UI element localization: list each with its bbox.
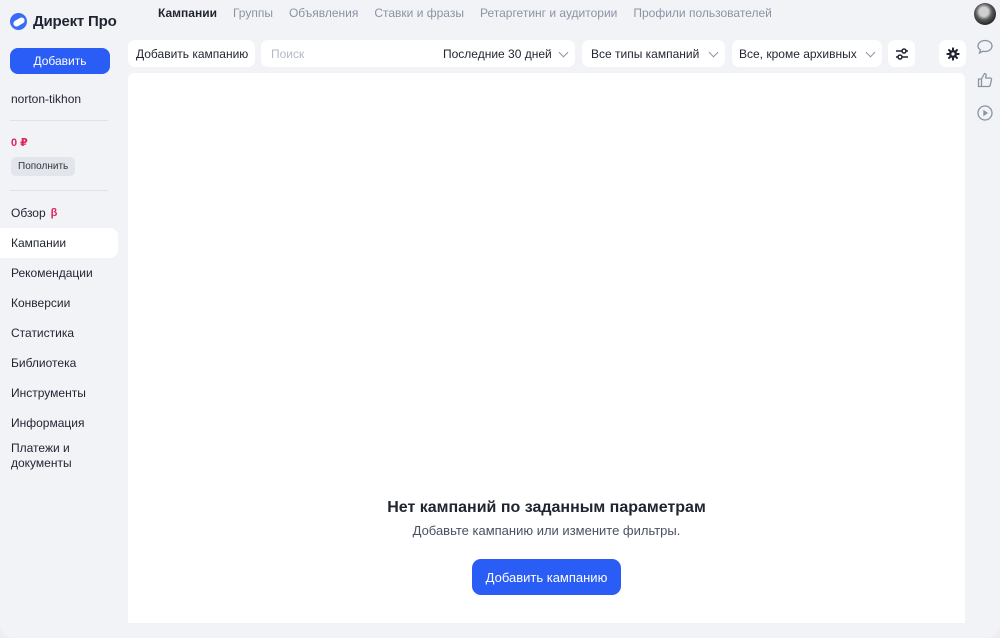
- sidebar-item-label: Информация: [11, 416, 85, 430]
- sidebar-item-overview[interactable]: Обзор β: [0, 198, 118, 228]
- tab-retargeting[interactable]: Ретаргетинг и аудитории: [480, 6, 617, 24]
- status-filter-dropdown[interactable]: Все, кроме архивных: [732, 40, 882, 67]
- divider: [10, 120, 108, 121]
- sidebar-item-label: Рекомендации: [11, 266, 93, 280]
- sidebar-item-label: Кампании: [11, 236, 67, 250]
- sidebar-item-label: Статистика: [11, 326, 75, 340]
- gear-icon: [946, 47, 959, 60]
- topup-button[interactable]: Пополнить: [11, 157, 76, 176]
- empty-state-title: Нет кампаний по заданным параметрам: [387, 499, 706, 516]
- username[interactable]: norton-tikhon: [11, 92, 81, 106]
- app-window: Директ Про Добавить norton-tikhon 0 ₽ По…: [0, 0, 1000, 638]
- tab-campaigns[interactable]: Кампании: [158, 6, 217, 24]
- chevron-down-icon: [558, 47, 569, 58]
- thumbs-up-icon[interactable]: [976, 71, 994, 89]
- campaigns-panel: Нет кампаний по заданным параметрам Доба…: [128, 73, 965, 623]
- top-tabs: Кампании Группы Объявления Ставки и фраз…: [158, 6, 772, 24]
- sidebar-nav: Обзор β Кампании Рекомендации Конверсии …: [0, 198, 120, 476]
- tab-user-profiles[interactable]: Профили пользователей: [633, 6, 771, 24]
- right-rail: [970, 0, 1000, 638]
- sidebar: Директ Про Добавить norton-tikhon 0 ₽ По…: [0, 0, 120, 638]
- empty-state-subtitle: Добавьте кампанию или измените фильтры.: [412, 523, 681, 538]
- sidebar-item-payments[interactable]: Платежи и документы: [0, 438, 118, 476]
- campaign-types-value: Все типы кампаний: [591, 46, 700, 61]
- sidebar-item-label: Конверсии: [11, 296, 71, 310]
- empty-state-add-campaign-button[interactable]: Добавить кампанию: [472, 559, 621, 595]
- play-circle-icon[interactable]: [976, 104, 994, 122]
- tab-groups[interactable]: Группы: [233, 6, 273, 24]
- balance: 0 ₽: [11, 137, 28, 149]
- sidebar-item-label: Библиотека: [11, 356, 77, 370]
- settings-button[interactable]: [939, 40, 966, 67]
- sidebar-item-statistics[interactable]: Статистика: [0, 318, 118, 348]
- period-value: Последние 30 дней: [443, 46, 552, 61]
- beta-badge: β: [50, 207, 58, 219]
- search-input[interactable]: [261, 46, 391, 61]
- filters-button[interactable]: [888, 40, 915, 67]
- sidebar-item-conversions[interactable]: Конверсии: [0, 288, 118, 318]
- filter-sliders-icon: [895, 47, 908, 60]
- sidebar-item-information[interactable]: Информация: [0, 408, 118, 438]
- chevron-down-icon: [708, 47, 719, 58]
- sidebar-item-label-line2: документы: [11, 456, 72, 470]
- sidebar-item-campaigns[interactable]: Кампании: [0, 228, 118, 258]
- tab-ads[interactable]: Объявления: [289, 6, 358, 24]
- chevron-down-icon: [865, 47, 876, 58]
- yandex-direct-logo-icon: [10, 12, 27, 30]
- sidebar-item-library[interactable]: Библиотека: [0, 348, 118, 378]
- logo-text: Директ Про: [33, 12, 117, 30]
- logo[interactable]: Директ Про: [10, 10, 117, 32]
- avatar[interactable]: [974, 3, 996, 25]
- period-dropdown[interactable]: Последние 30 дней: [434, 40, 575, 67]
- sidebar-item-recommendations[interactable]: Рекомендации: [0, 258, 118, 288]
- add-campaign-button[interactable]: Добавить кампанию: [128, 40, 255, 67]
- campaign-types-dropdown[interactable]: Все типы кампаний: [582, 40, 725, 67]
- sidebar-item-label-line1: Платежи и: [11, 441, 70, 455]
- status-filter-value: Все, кроме архивных: [739, 46, 857, 61]
- sidebar-item-label: Платежи и документы: [11, 441, 72, 471]
- divider: [10, 190, 108, 191]
- add-button[interactable]: Добавить: [10, 48, 110, 74]
- sidebar-item-label: Инструменты: [11, 386, 86, 400]
- chat-bubble-icon[interactable]: [976, 38, 994, 56]
- tab-bids-phrases[interactable]: Ставки и фразы: [374, 6, 464, 24]
- sidebar-item-tools[interactable]: Инструменты: [0, 378, 118, 408]
- sidebar-item-label: Обзор: [11, 206, 46, 220]
